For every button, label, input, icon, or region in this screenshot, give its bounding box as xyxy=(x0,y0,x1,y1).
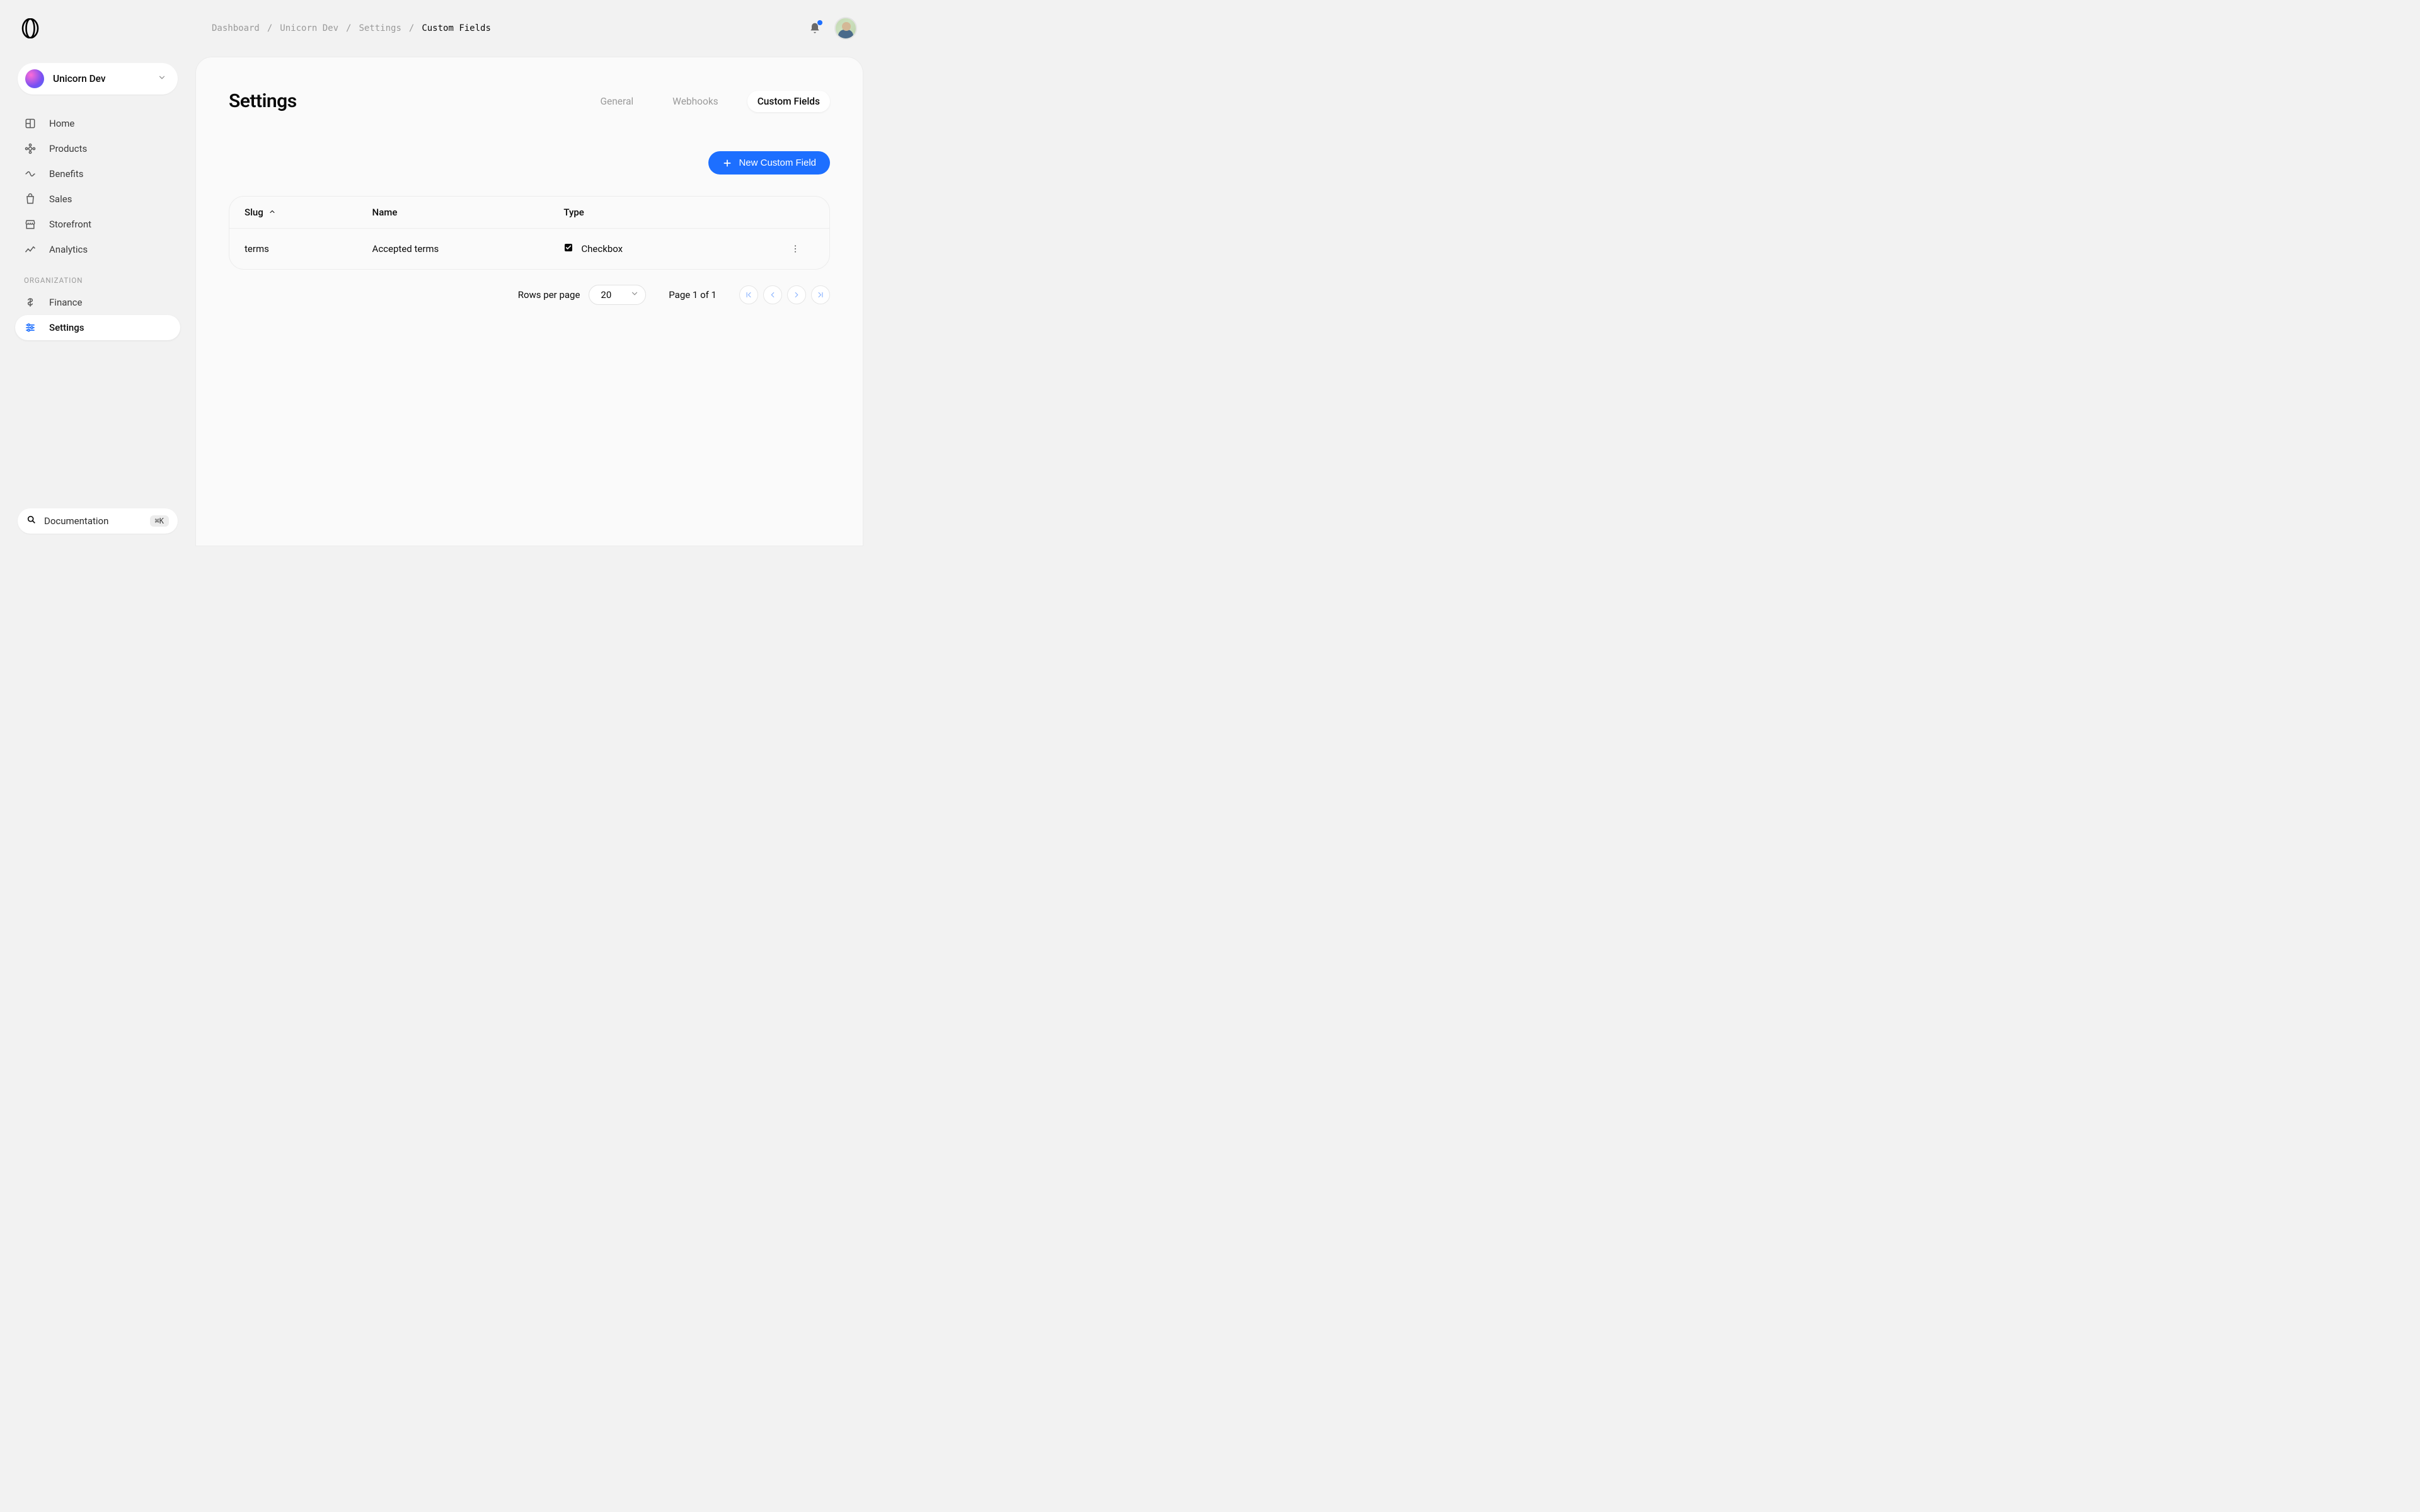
breadcrumb-item[interactable]: Dashboard xyxy=(212,23,260,33)
sidebar-item-analytics[interactable]: Analytics xyxy=(15,237,180,262)
table-row[interactable]: terms Accepted terms Checkbox xyxy=(229,229,829,269)
row-actions-button[interactable] xyxy=(788,241,803,256)
org-name: Unicorn Dev xyxy=(53,73,149,84)
settings-icon xyxy=(24,321,37,334)
home-icon xyxy=(24,117,37,130)
chevron-down-icon xyxy=(630,289,639,301)
column-header-type[interactable]: Type xyxy=(563,207,776,218)
chevron-left-icon xyxy=(768,290,777,299)
sidebar-item-home[interactable]: Home xyxy=(15,111,180,136)
table-header: Slug Name Type xyxy=(229,197,829,229)
select-value: 20 xyxy=(601,289,611,301)
sidebar-item-label: Products xyxy=(49,143,87,154)
notifications-button[interactable] xyxy=(807,20,823,37)
main-content: Settings General Webhooks Custom Fields … xyxy=(195,57,863,546)
button-label: New Custom Field xyxy=(739,158,816,168)
cell-name: Accepted terms xyxy=(372,243,564,255)
sidebar-item-label: Benefits xyxy=(49,168,84,180)
new-custom-field-button[interactable]: New Custom Field xyxy=(708,151,830,175)
benefits-icon xyxy=(24,168,37,180)
custom-fields-table: Slug Name Type terms Accepted terms Chec… xyxy=(229,196,830,270)
sidebar-item-storefront[interactable]: Storefront xyxy=(15,212,180,237)
plus-icon xyxy=(722,158,732,168)
tab-general[interactable]: General xyxy=(590,91,643,112)
sidebar-item-benefits[interactable]: Benefits xyxy=(15,161,180,186)
column-header-slug[interactable]: Slug xyxy=(245,207,372,218)
finance-icon xyxy=(24,296,37,309)
breadcrumb-separator: / xyxy=(409,23,414,33)
notification-badge xyxy=(817,20,822,25)
type-label: Checkbox xyxy=(581,243,623,255)
settings-tabs: General Webhooks Custom Fields xyxy=(590,91,830,112)
user-avatar[interactable] xyxy=(834,17,857,40)
breadcrumb-item[interactable]: Unicorn Dev xyxy=(280,23,338,33)
storefront-icon xyxy=(24,218,37,231)
table-footer: Rows per page 20 Page 1 of 1 xyxy=(229,270,830,305)
column-label: Slug xyxy=(245,207,263,218)
sidebar-item-label: Sales xyxy=(49,193,72,205)
analytics-icon xyxy=(24,243,37,256)
column-label: Name xyxy=(372,207,398,218)
breadcrumb-item[interactable]: Settings xyxy=(359,23,401,33)
column-header-name[interactable]: Name xyxy=(372,207,564,218)
sidebar-item-label: Analytics xyxy=(49,244,88,255)
sidebar-item-label: Storefront xyxy=(49,219,91,230)
cell-type: Checkbox xyxy=(563,243,776,255)
checkbox-icon xyxy=(563,243,573,255)
breadcrumb-current: Custom Fields xyxy=(422,23,491,33)
tab-custom-fields[interactable]: Custom Fields xyxy=(747,91,830,112)
column-label: Type xyxy=(563,207,584,218)
page-title: Settings xyxy=(229,90,297,112)
sidebar-item-products[interactable]: Products xyxy=(15,136,180,161)
sidebar-item-label: Finance xyxy=(49,297,82,308)
cell-slug: terms xyxy=(245,243,372,255)
org-avatar xyxy=(25,69,44,88)
page-prev-button[interactable] xyxy=(763,285,782,304)
sidebar-item-sales[interactable]: Sales xyxy=(15,186,180,212)
sort-asc-icon xyxy=(268,207,276,218)
documentation-button[interactable]: Documentation ⌘K xyxy=(18,508,178,534)
page-first-icon xyxy=(744,290,753,299)
sidebar-item-finance[interactable]: Finance xyxy=(15,290,180,315)
chevron-down-icon xyxy=(158,73,166,84)
page-last-icon xyxy=(816,290,825,299)
rows-per-page-label: Rows per page xyxy=(518,289,580,301)
sales-icon xyxy=(24,193,37,205)
breadcrumb-separator: / xyxy=(346,23,351,33)
documentation-label: Documentation xyxy=(44,515,142,527)
page-first-button[interactable] xyxy=(739,285,758,304)
pagination-nav xyxy=(739,285,830,304)
page-info: Page 1 of 1 xyxy=(669,289,717,301)
sidebar: Unicorn Dev Home Products Benefits Sales xyxy=(0,57,195,546)
rows-per-page-select[interactable]: 20 xyxy=(589,285,646,305)
search-icon xyxy=(26,515,37,527)
breadcrumb: Dashboard / Unicorn Dev / Settings / Cus… xyxy=(212,23,491,33)
breadcrumb-separator: / xyxy=(267,23,272,33)
more-vertical-icon xyxy=(790,244,800,254)
sidebar-item-settings[interactable]: Settings xyxy=(15,315,180,340)
page-last-button[interactable] xyxy=(811,285,830,304)
keyboard-shortcut: ⌘K xyxy=(150,515,169,527)
sidebar-section-label: ORGANIZATION xyxy=(15,262,180,290)
app-logo[interactable] xyxy=(19,17,42,40)
sidebar-item-label: Home xyxy=(49,118,74,129)
chevron-right-icon xyxy=(792,290,801,299)
products-icon xyxy=(24,142,37,155)
sidebar-item-label: Settings xyxy=(49,322,84,333)
page-next-button[interactable] xyxy=(787,285,806,304)
tab-webhooks[interactable]: Webhooks xyxy=(662,91,729,112)
org-switcher[interactable]: Unicorn Dev xyxy=(18,63,178,94)
